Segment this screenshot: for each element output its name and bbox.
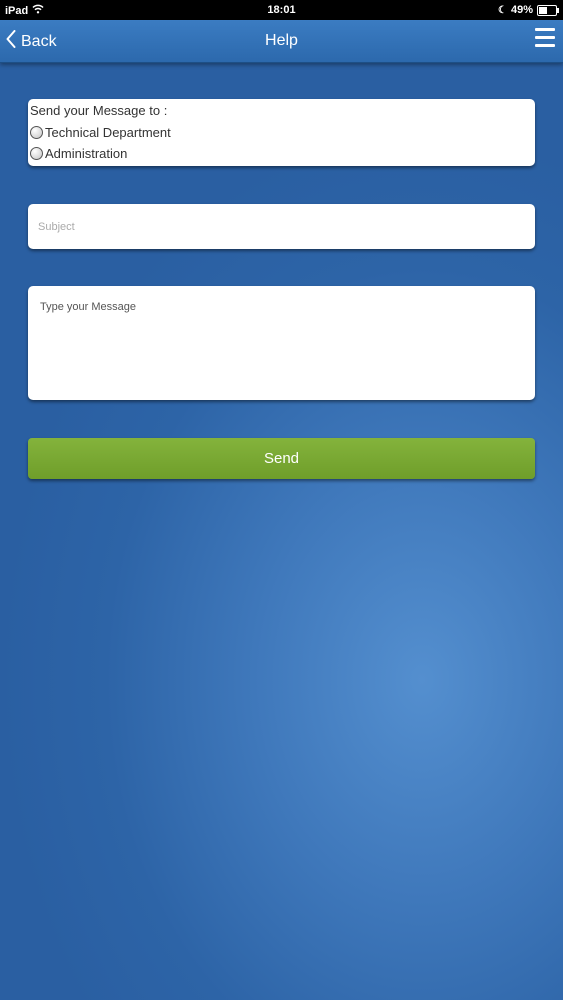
radio-button-icon[interactable] [30, 147, 43, 160]
subject-input[interactable] [28, 204, 535, 249]
message-textarea[interactable] [28, 286, 535, 400]
recipient-selector: Send your Message to : Technical Departm… [28, 99, 535, 166]
battery-percent: 49% [510, 4, 533, 16]
status-bar: iPad 18:01 ☾ 49% [0, 0, 563, 20]
radio-label: Technical Department [45, 125, 171, 140]
menu-line [535, 36, 555, 39]
message-container [28, 286, 535, 400]
menu-line [535, 28, 555, 31]
moon-icon: ☾ [498, 4, 507, 16]
status-right: ☾ 49% [498, 4, 559, 16]
navigation-bar: Back Help [0, 20, 563, 63]
radio-technical-department[interactable]: Technical Department [30, 122, 533, 143]
radio-administration[interactable]: Administration [30, 143, 533, 164]
battery-level-fill [539, 6, 547, 14]
radio-button-icon[interactable] [30, 126, 43, 139]
page-title: Help [265, 32, 298, 49]
hamburger-menu-icon[interactable] [535, 28, 555, 50]
battery-icon [537, 4, 559, 16]
subject-container [28, 204, 535, 249]
radio-label: Administration [45, 146, 128, 161]
status-time: 18:01 [267, 4, 296, 16]
battery-tip [557, 7, 559, 13]
menu-line [535, 44, 555, 47]
send-button[interactable]: Send [28, 438, 535, 479]
recipient-label: Send your Message to : [30, 103, 168, 118]
